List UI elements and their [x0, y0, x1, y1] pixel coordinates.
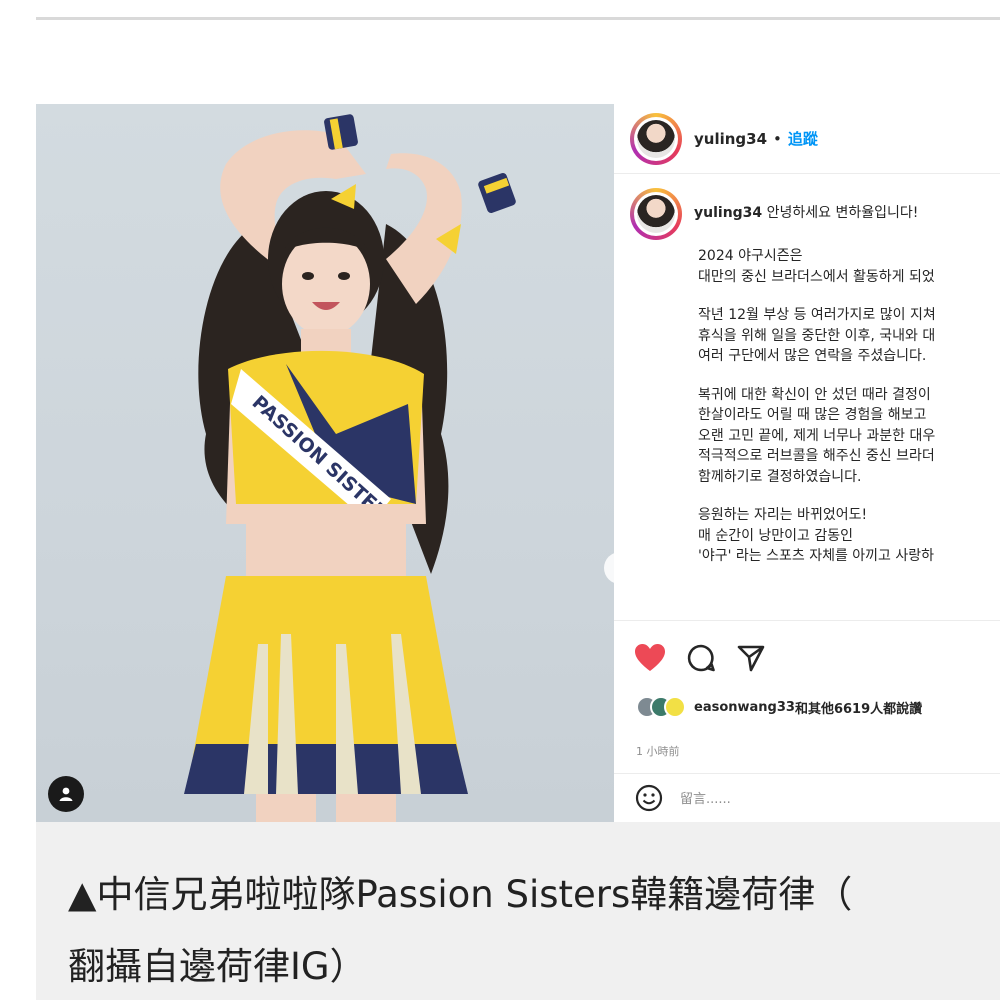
- likes-count-text[interactable]: 和其他6619人都說讚: [795, 698, 922, 717]
- emoji-icon[interactable]: [634, 783, 664, 813]
- avatar[interactable]: [630, 112, 682, 165]
- caption-line: 적극적으로 러브콜을 해주신 중신 브라더: [698, 448, 935, 464]
- caption-line: 한살이라도 어릴 때 많은 경험을 해보고: [698, 407, 927, 423]
- post-photo: PASSION SISTERS ›: [36, 104, 614, 822]
- share-icon[interactable]: [736, 643, 766, 673]
- post-actions: easonwang33 和其他6619人都說讚 1 小時前 留言......: [614, 620, 1000, 820]
- caption-line: 응원하는 자리는 바뀌었어도!: [698, 507, 868, 523]
- post-timestamp: 1 小時前: [636, 745, 680, 758]
- comment-icon[interactable]: [686, 643, 716, 673]
- caption-line: 작년 12월 부상 등 여러가지로 많이 지쳐: [698, 307, 936, 323]
- caption-line: 매 순간이 낭만이고 감동인: [698, 527, 854, 544]
- caption-paragraph: 응원하는 자리는 바뀌었어도! 매 순간이 낭만이고 감동인 '야구' 라는 스…: [698, 505, 998, 567]
- likes-summary[interactable]: easonwang33 和其他6619人都說讚: [636, 696, 922, 718]
- cheerleader-illustration: PASSION SISTERS: [184, 114, 516, 822]
- comment-bar: 留言......: [614, 773, 1000, 821]
- caption-line: 함께하기로 결정하였습니다.: [698, 468, 862, 485]
- heart-icon[interactable]: [634, 643, 666, 673]
- caption-line: 여러 구단에서 많은 연락을 주셨습니다.: [698, 348, 927, 364]
- caption-text: 2024 야구시즌은 대만의 중신 브라더스에서 활동하게 되었 작년 12월 …: [698, 246, 998, 585]
- caption-line-2: 翻攝自邊荷律IG）: [68, 945, 367, 988]
- caption-line-1: ▲中信兄弟啦啦隊Passion Sisters韓籍邊荷律（: [68, 873, 853, 916]
- caption-greeting: 안녕하세요 변하율입니다!: [766, 205, 919, 221]
- post-side-panel: yuling34 • 追蹤 yuling34 안녕하세요 변하율입니다! 202…: [614, 104, 1000, 822]
- caption-line: 휴식을 위해 일을 중단한 이후, 국내와 대: [698, 327, 936, 344]
- caption-line: 2024 야구시즌은: [698, 248, 803, 264]
- caption-username[interactable]: yuling34: [694, 205, 762, 221]
- caption-line: 복귀에 대한 확신이 안 섰던 때라 결정이: [698, 386, 931, 403]
- caption-line: '야구' 라는 스포츠 자체를 아끼고 사랑하: [698, 548, 935, 564]
- top-bar: [36, 0, 1000, 20]
- username[interactable]: yuling34: [694, 130, 767, 148]
- separator-dot: •: [773, 129, 782, 148]
- likes-username[interactable]: easonwang33: [694, 700, 795, 715]
- user-tag-icon[interactable]: [48, 776, 84, 812]
- action-icons: [634, 643, 766, 673]
- caption: yuling34 안녕하세요 변하율입니다!: [630, 188, 1000, 240]
- comment-input[interactable]: 留言......: [680, 788, 731, 807]
- follow-button[interactable]: 追蹤: [788, 128, 818, 149]
- caption-paragraph: 복귀에 대한 확신이 안 섰던 때라 결정이 한살이라도 어릴 때 많은 경험을…: [698, 385, 998, 488]
- post-header: yuling34 • 追蹤: [614, 104, 1000, 174]
- caption-first-line: yuling34 안녕하세요 변하율입니다!: [694, 202, 1000, 222]
- caption-line: 오랜 고민 끝에, 제게 너무나 과분한 대우: [698, 427, 936, 444]
- caption-paragraph: 2024 야구시즌은 대만의 중신 브라더스에서 활동하게 되었: [698, 246, 998, 287]
- caption-avatar[interactable]: [630, 188, 682, 240]
- caption-paragraph: 작년 12월 부상 등 여러가지로 많이 지쳐 휴식을 위해 일을 중단한 이후…: [698, 305, 998, 367]
- news-photo-caption: ▲中信兄弟啦啦隊Passion Sisters韓籍邊荷律（ 翻攝自邊荷律IG）: [36, 822, 1000, 1000]
- liker-avatar: [664, 696, 686, 718]
- caption-line: 대만의 중신 브라더스에서 활동하게 되었: [698, 268, 935, 285]
